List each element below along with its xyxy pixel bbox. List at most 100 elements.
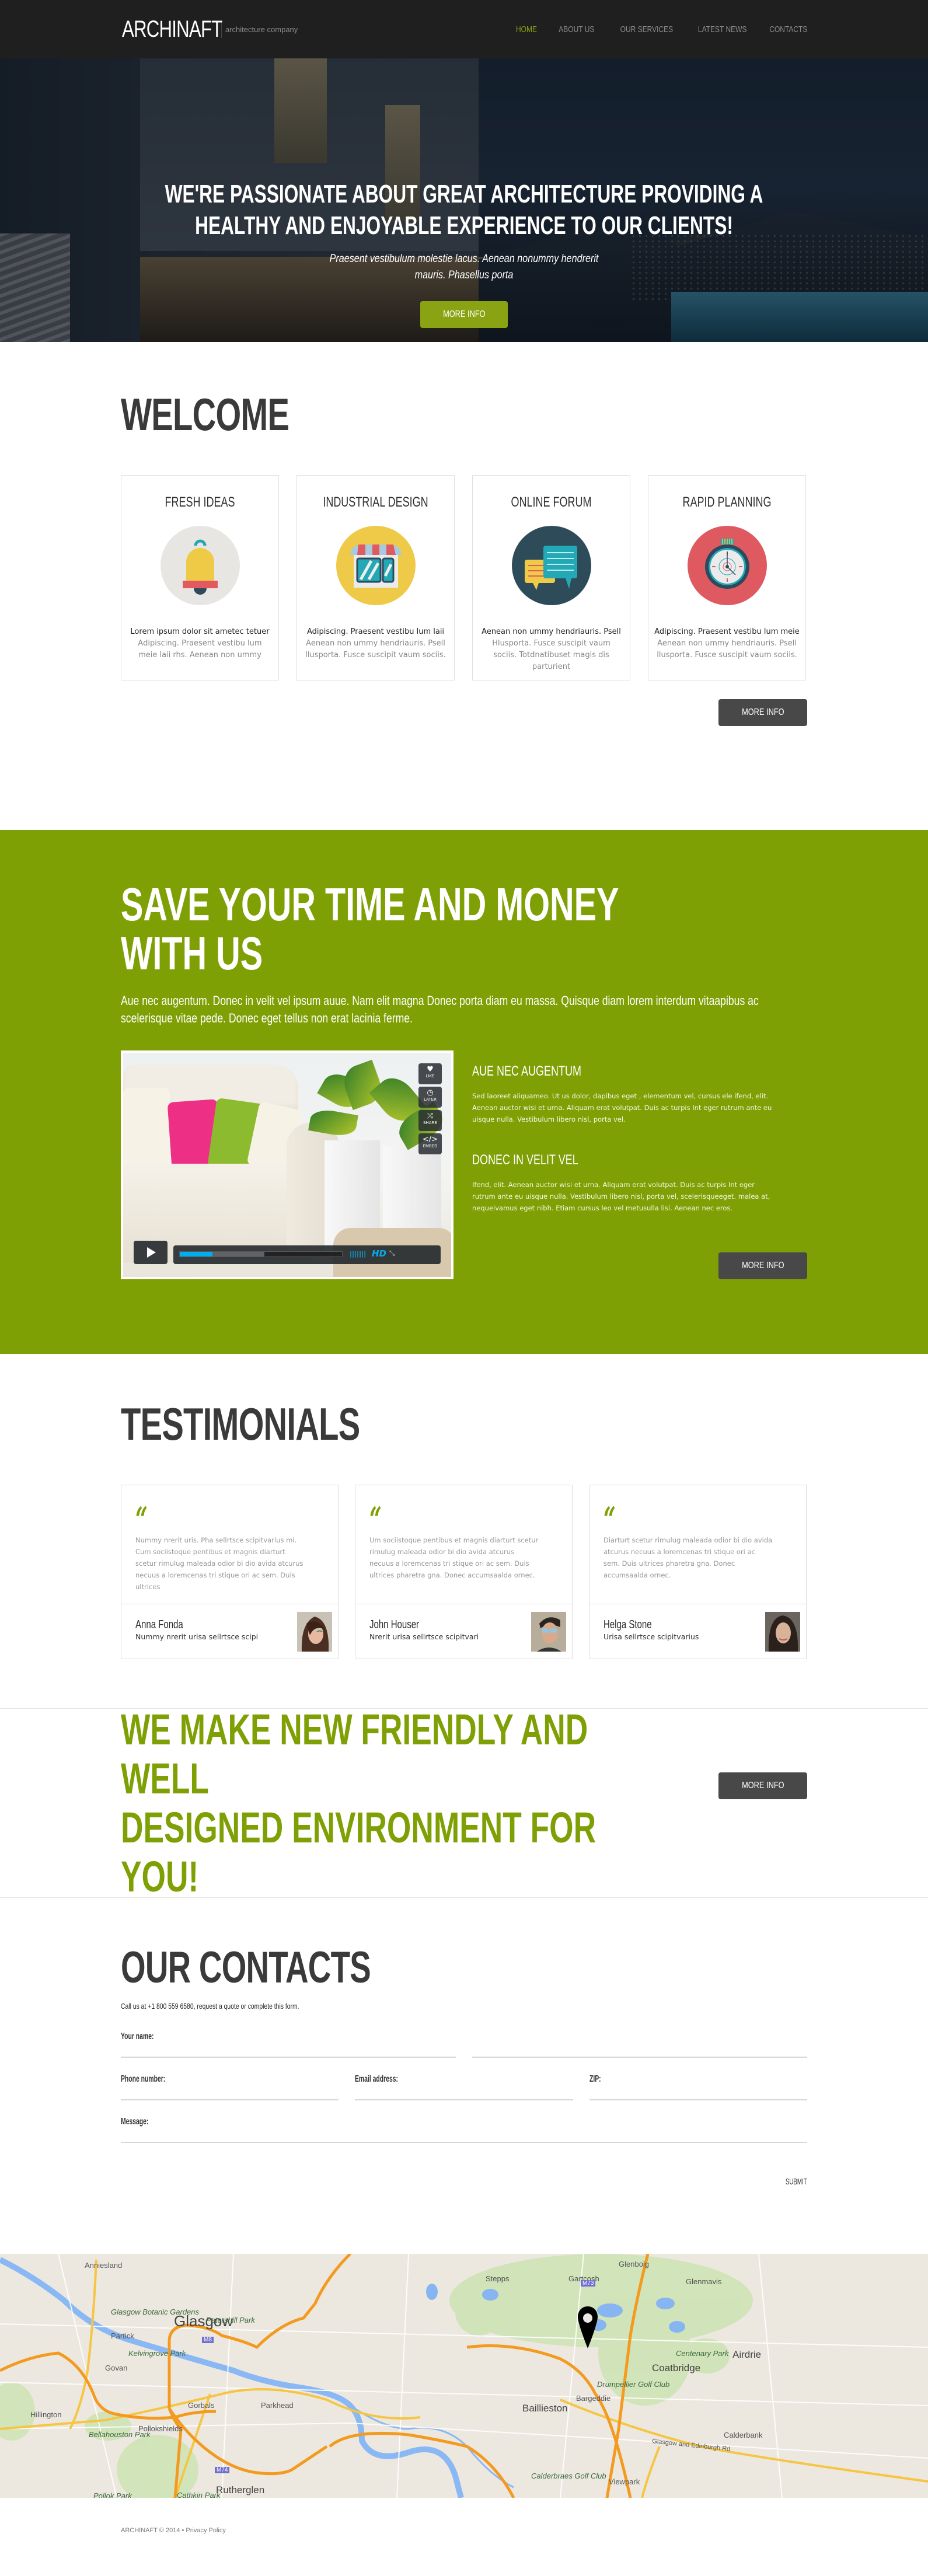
feature-text-lead: Adipiscing. Praesent vestibu lum laii [306, 627, 445, 636]
feature-card-online-forum: ONLINE FORUM Aenean non ummy hendriauris… [472, 475, 630, 680]
welcome-more-info-button[interactable]: MORE INFO [718, 699, 807, 726]
map-label: Glasgow Botanic Gardens [111, 2308, 200, 2316]
feature-text: Hlusporta. Fusce suscipit vaum sociis. T… [492, 639, 610, 671]
hd-toggle[interactable]: HD [372, 1248, 386, 1259]
hero-more-info-button[interactable]: MORE INFO [420, 301, 508, 328]
name-field: Your name: [121, 2032, 456, 2058]
slogan: architecture company [225, 25, 298, 34]
nav-our-services[interactable]: OUR SERVICES [620, 25, 673, 34]
map-label: Cathkin Park [177, 2491, 221, 2498]
video-embed-label: EMBED [423, 1144, 438, 1149]
button-label: MORE INFO [741, 1781, 784, 1790]
nav-latest-news[interactable]: LATEST NEWS [698, 25, 747, 34]
site-footer: ARCHINAFT © 2014 • Privacy Policy [0, 2498, 928, 2576]
save-title: SAVE YOUR TIME AND MONEY WITH US [121, 880, 625, 978]
avatar [297, 1612, 332, 1652]
nav-home[interactable]: HOME [516, 25, 537, 34]
testimonials-list: “ Nummy nrerit uris. Pha sellrtsce scipi… [121, 1485, 807, 1659]
contacts-call-text: Call us at +1 800 559 6580, request a qu… [121, 2002, 299, 2010]
testimonial-card: “ Diarturt scetur rimulug maleada odior … [589, 1485, 807, 1659]
clock-icon: ◷ [427, 1088, 434, 1097]
contacts-section: OUR CONTACTS Call us at +1 800 559 6580,… [0, 1898, 928, 2254]
map-label: Drumpellier Golf Club [597, 2380, 670, 2389]
map-label: Kelvingrove Park [128, 2349, 186, 2358]
phone-input[interactable] [121, 2086, 339, 2098]
main-nav: HOME ABOUT US OUR SERVICES LATEST NEWS C… [498, 25, 807, 34]
message-input[interactable] [121, 2129, 807, 2141]
button-label: MORE INFO [741, 707, 784, 717]
map-label: Viewpark [609, 2477, 640, 2486]
video-control-bar: ||||||| HD ⤡ [173, 1245, 441, 1264]
feature-text: Aenean non ummy hendriauris. Psell llusp… [657, 639, 797, 659]
video-like-label: LIKE [425, 1074, 435, 1078]
stopwatch-icon [687, 526, 767, 605]
cta-more-info-button[interactable]: MORE INFO [718, 1772, 807, 1799]
hero-subtitle-line: mauris. Phasellus porta [414, 269, 514, 281]
zip-label: ZIP: [589, 2074, 601, 2084]
feature-title: FRESH IDEAS [165, 494, 235, 510]
cta-title-line: WE MAKE NEW FRIENDLY AND WELL [121, 1705, 588, 1803]
bell-icon [160, 526, 240, 605]
save-title-line: SAVE YOUR TIME AND MONEY [121, 878, 619, 930]
welcome-section: WELCOME FRESH IDEAS Lorem ipsum dolor si… [0, 342, 928, 830]
fullscreen-icon[interactable]: ⤡ [389, 1249, 395, 1258]
hero-subtitle: Praesent vestibulum molestie lacus. Aene… [69, 251, 859, 284]
testimonial-footer: Helga Stone Urisa sellrtsce scipitvarius [589, 1604, 806, 1659]
video-embed-button[interactable]: </> EMBED [418, 1133, 442, 1154]
name-field-extra [472, 2032, 807, 2058]
testimonial-text: Um sociistoque pentibus et magnis diartu… [369, 1536, 539, 1579]
save-more-info-button[interactable]: MORE INFO [718, 1252, 807, 1279]
testimonial-card: “ Um sociistoque pentibus et magnis diar… [355, 1485, 573, 1659]
testimonial-role: Urisa sellrtsce scipitvarius [603, 1632, 699, 1641]
testimonials-section: TESTIMONIALS “ Nummy nrerit uris. Pha se… [0, 1354, 928, 1709]
map-label: Calderbraes Golf Club [531, 2472, 606, 2480]
location-map[interactable]: Glasgow Anniesland Glasgow Botanic Garde… [0, 2254, 928, 2498]
video-later-button[interactable]: ◷ LATER [418, 1087, 442, 1108]
logo[interactable]: ARCHINAFT [122, 16, 222, 43]
volume-icon[interactable]: ||||||| [350, 1250, 366, 1258]
site-header: ARCHINAFT architecture company HOME ABOU… [0, 0, 928, 58]
features-grid: FRESH IDEAS Lorem ipsum dolor sit ametec… [121, 475, 807, 680]
button-label: MORE INFO [741, 1261, 784, 1270]
name-input[interactable] [121, 2044, 456, 2055]
map-label: Hillington [30, 2410, 62, 2419]
map-label: Calderbank [724, 2431, 763, 2439]
email-input[interactable] [355, 2086, 573, 2098]
block-text: Sed laoreet aliquameo. Ut us dolor, dapi… [472, 1092, 772, 1123]
video-like-button[interactable]: ♥ LIKE [418, 1063, 442, 1084]
feature-title: RAPID PLANNING [682, 494, 772, 510]
name-label: Your name: [121, 2032, 154, 2041]
feature-title: INDUSTRIAL DESIGN [323, 494, 428, 510]
video-progress-track[interactable] [179, 1251, 343, 1257]
feature-card-industrial-design: INDUSTRIAL DESIGN Adipiscing. Praesent v… [296, 475, 455, 680]
feature-text-lead: Lorem ipsum dolor sit ametec tetuer [130, 627, 270, 636]
map-label: Glenboig [619, 2260, 650, 2268]
quote-icon: “ [135, 1500, 148, 1541]
feature-text-lead: Aenean non ummy hendriauris. Psell [482, 627, 621, 636]
avatar [765, 1612, 800, 1652]
video-player[interactable]: ♥ LIKE ◷ LATER ⤨ SHARE </> EMBED ||||||| HD … [121, 1050, 453, 1279]
zip-input[interactable] [589, 2086, 807, 2098]
testimonial-role: Nrerit urisa sellrtsce scipitvari [369, 1632, 479, 1641]
testimonial-name: Anna Fonda [135, 1618, 183, 1631]
video-later-label: LATER [424, 1097, 437, 1102]
video-play-button[interactable] [134, 1241, 168, 1264]
footer-copyright[interactable]: ARCHINAFT © 2014 • Privacy Policy [121, 2527, 807, 2534]
testimonials-title: TESTIMONIALS [121, 1398, 360, 1450]
zip-field: ZIP: [589, 2074, 807, 2100]
button-label: MORE INFO [442, 309, 486, 319]
save-title-line: WITH US [121, 927, 263, 979]
feature-card-rapid-planning: RAPID PLANNING Adipiscing. Praesent vest… [648, 475, 806, 680]
map-label: Pollokshields [138, 2424, 183, 2433]
quote-icon: “ [603, 1500, 616, 1541]
testimonial-footer: Anna Fonda Nummy nrerit urisa sellrtsce … [121, 1604, 338, 1659]
avatar [531, 1612, 566, 1652]
email-field: Email address: [355, 2074, 573, 2100]
testimonial-footer: John Houser Nrerit urisa sellrtsce scipi… [355, 1604, 572, 1659]
nav-contacts[interactable]: CONTACTS [769, 25, 807, 34]
name-input-extra[interactable] [472, 2044, 807, 2055]
submit-button[interactable]: SUBMIT [786, 2177, 807, 2187]
quote-icon: “ [369, 1500, 382, 1541]
video-share-button[interactable]: ⤨ SHARE [418, 1110, 442, 1131]
nav-about-us[interactable]: ABOUT US [559, 25, 594, 34]
